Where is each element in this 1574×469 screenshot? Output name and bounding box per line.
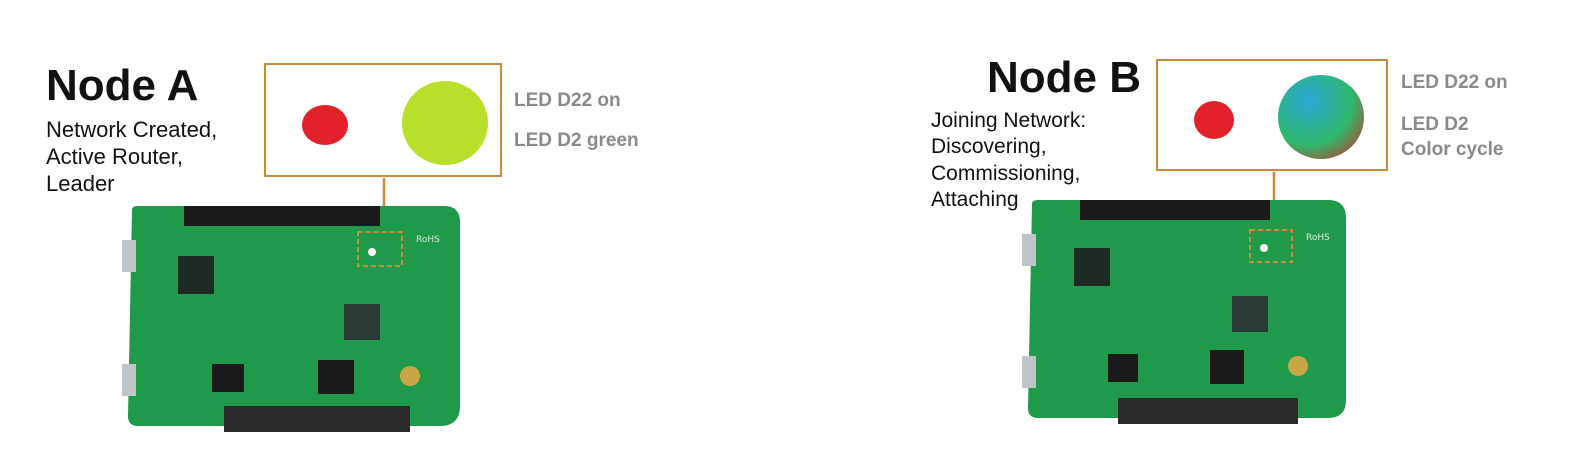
node-b-led-callout: [1156, 59, 1388, 171]
node-b-sma-connector: [1288, 356, 1308, 376]
node-b-board-led: [1260, 244, 1268, 252]
node-b-chip: [1232, 296, 1268, 332]
node-a-pcb: [128, 206, 460, 426]
node-a-led-d2-label: LED D2 green: [514, 129, 639, 151]
node-b-status-line: Discovering,: [931, 135, 1047, 159]
node-b-led-labels: LED D22 on LED D2 Color cycle: [1401, 70, 1508, 163]
node-b-panel: Node B Joining Network: Discovering, Com…: [900, 0, 1574, 469]
node-b-board-graphic: RoHS: [1022, 172, 1346, 424]
node-b-header-top: [1080, 200, 1270, 220]
node-a-usb-port: [122, 364, 136, 396]
node-a-led-d22: [302, 105, 348, 145]
node-a-status-line: Network Created,: [46, 117, 218, 142]
node-b-led-d2-label: LED D2: [1401, 113, 1469, 135]
node-b-rohs-mark: RoHS: [1306, 233, 1330, 243]
node-b-pcb: [1028, 200, 1346, 418]
node-a-led-labels: LED D22 on LED D2 green: [514, 88, 639, 153]
node-a-led-d2: [402, 81, 488, 165]
node-a-board-led: [368, 248, 376, 256]
node-a-sma-connector: [400, 366, 420, 386]
node-b-usb-port: [1022, 234, 1036, 266]
node-b-header-bottom: [1118, 398, 1298, 424]
node-a-rohs-mark: RoHS: [416, 235, 440, 245]
node-b-led-d2: [1278, 75, 1364, 159]
node-a-usb-port: [122, 240, 136, 272]
node-a-title: Node A: [46, 61, 199, 110]
node-b-jumper: [1210, 350, 1244, 384]
node-b-led-d2-label-cycle: Color cycle: [1401, 139, 1504, 161]
node-a-header-bottom: [224, 406, 410, 432]
node-a-led-callout: [264, 63, 502, 177]
node-a-chip: [178, 256, 214, 294]
node-b-board: RoHS: [1016, 170, 1356, 426]
node-a-panel: Node A Network Created, Active Router, L…: [0, 0, 760, 469]
node-b-chip: [1074, 248, 1110, 286]
node-b-led-d22: [1194, 101, 1234, 139]
node-b-status-line: Joining Network:: [931, 109, 1087, 132]
node-b-usb-port: [1022, 356, 1036, 388]
node-a-board-graphic: RoHS: [122, 178, 460, 432]
node-a-board: RoHS: [118, 176, 468, 436]
node-a-jumper: [212, 364, 244, 392]
node-b-led-d22-label: LED D22 on: [1401, 72, 1508, 93]
node-a-jumper: [318, 360, 354, 394]
node-b-jumper: [1108, 354, 1138, 382]
node-a-status-line: Active Router,: [46, 144, 183, 170]
node-a-led-d22-label: LED D22 on: [514, 90, 621, 111]
node-a-chip: [344, 304, 380, 340]
node-b-title: Node B: [987, 53, 1141, 102]
node-a-header-top: [184, 206, 380, 226]
